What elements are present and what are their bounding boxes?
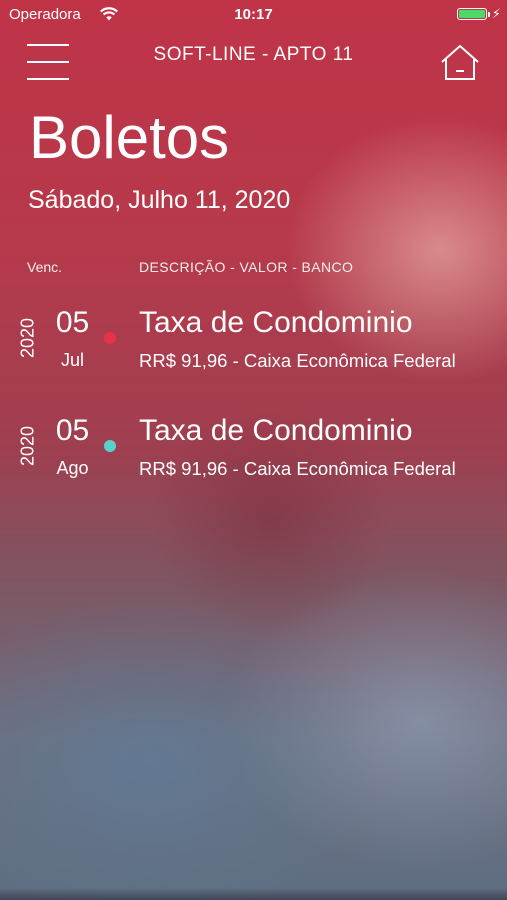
- page-title: Boletos: [29, 104, 230, 171]
- current-date: Sábado, Julho 11, 2020: [28, 186, 291, 214]
- bottom-shade: [0, 888, 507, 900]
- boleto-details: RR$ 91,96 - Caixa Econômica Federal: [139, 350, 456, 371]
- status-dot: [104, 332, 116, 344]
- boleto-month: Ago: [56, 458, 89, 478]
- boleto-year: 2020: [17, 317, 38, 359]
- status-dot: [104, 440, 116, 452]
- battery-cap: [488, 12, 490, 17]
- boleto-row[interactable]: 2020 05 Jul Taxa de Condominio RR$ 91,96…: [0, 300, 507, 400]
- column-header-description: DESCRIÇÃO - VALOR - BANCO: [139, 259, 354, 275]
- boleto-row[interactable]: 2020 05 Ago Taxa de Condominio RR$ 91,96…: [0, 408, 507, 508]
- home-icon[interactable]: [439, 42, 481, 82]
- boleto-description: Taxa de Condominio: [139, 414, 413, 447]
- status-bar: Operadora 10:17 ⚡: [0, 0, 507, 32]
- status-time: 10:17: [234, 6, 273, 23]
- column-header-due: Venc.: [27, 259, 63, 275]
- boleto-details: RR$ 91,96 - Caixa Econômica Federal: [139, 458, 456, 479]
- bolt-icon: ⚡: [491, 6, 501, 21]
- boleto-day: 05: [55, 306, 90, 339]
- condominium-title: SOFT-LINE - APTO 11: [153, 44, 354, 65]
- boleto-description: Taxa de Condominio: [139, 306, 413, 339]
- battery-icon: [457, 8, 487, 20]
- boleto-year: 2020: [17, 425, 38, 467]
- boleto-month: Jul: [60, 350, 84, 370]
- boleto-day: 05: [55, 414, 90, 447]
